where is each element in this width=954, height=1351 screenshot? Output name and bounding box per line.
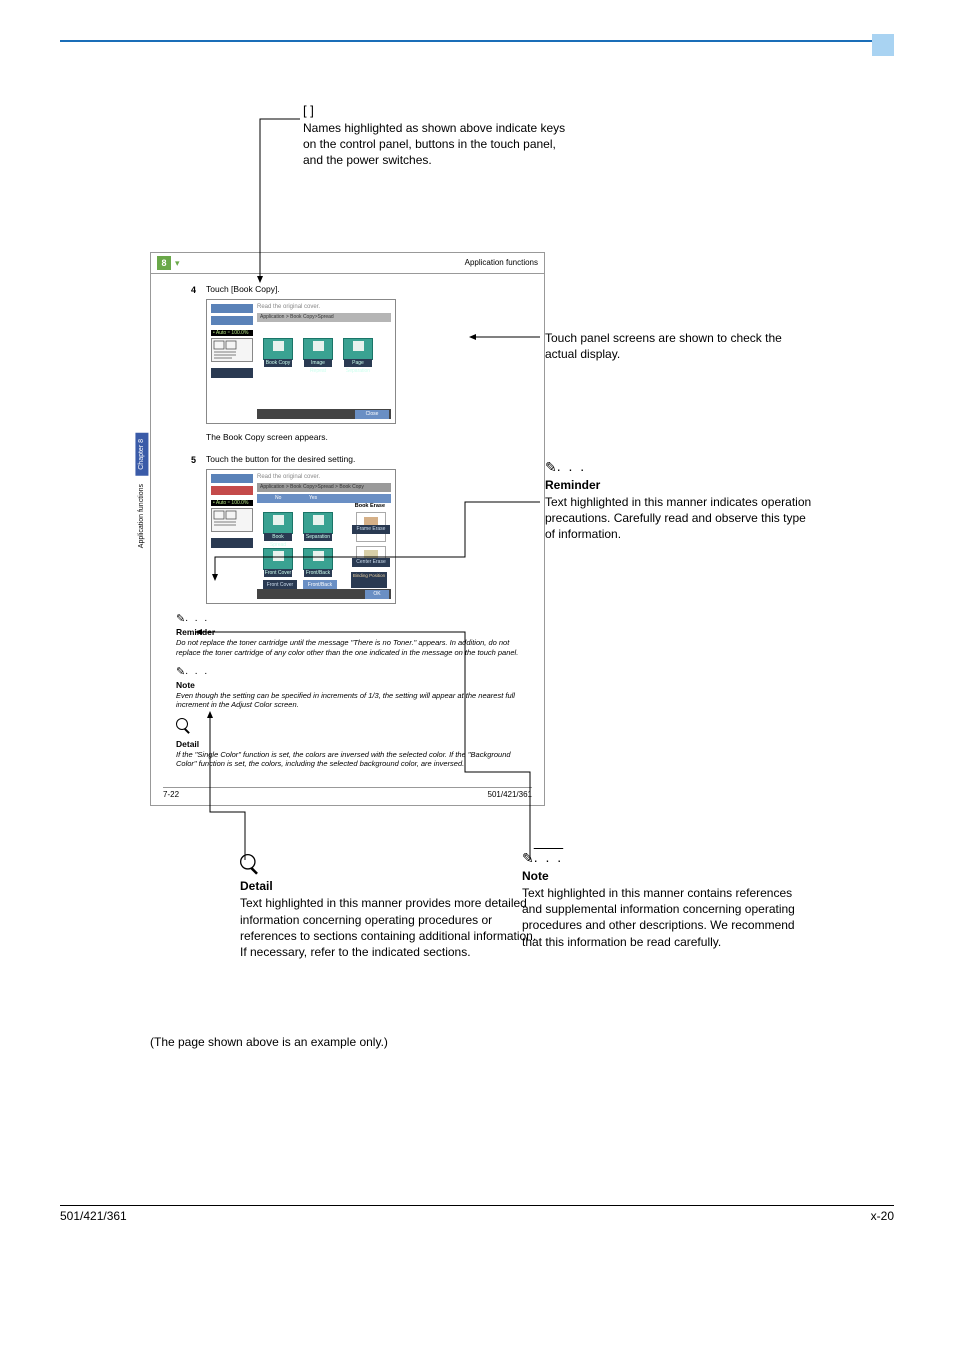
callout-body: Text highlighted in this manner contains… (522, 885, 802, 950)
callout-reminder: ✎. . . Reminder Text highlighted in this… (545, 458, 815, 543)
step-number: 5 (191, 454, 196, 466)
magnifier-icon (176, 718, 192, 734)
callout-body: Names highlighted as shown above indicat… (303, 120, 573, 169)
note-body: Do not replace the toner cartridge until… (176, 638, 526, 657)
step-number: 4 (191, 284, 196, 296)
side-tab-section: Application functions (135, 476, 148, 556)
step-result: The Book Copy screen appears. (206, 432, 526, 443)
hand-icon: ✎ (176, 614, 185, 625)
step-text: Touch the button for the desired setting… (206, 454, 526, 465)
hand-icon: ✎ (522, 849, 534, 868)
side-tab-chapter: Chapter 8 (135, 433, 148, 476)
note-body: Even though the setting can be specified… (176, 691, 526, 710)
sample-page-model: 501/421/361 (488, 790, 533, 801)
callout-title: Detail (240, 878, 545, 894)
hand-icon: ✎ (176, 667, 185, 678)
bracket-symbol: [ ] (303, 102, 573, 120)
page-number: x-20 (871, 1208, 894, 1224)
sample-page: Chapter 8 Application functions 8 ▾ Appl… (150, 252, 545, 806)
callout-body: Text highlighted in this manner indicate… (545, 494, 815, 543)
note-title: Detail (176, 739, 526, 750)
example-disclaimer: (The page shown above is an example only… (150, 1034, 388, 1050)
note-title: Note (176, 680, 526, 691)
sample-page-num: 7-22 (163, 790, 179, 801)
note-title: Reminder (176, 627, 526, 638)
callout-body: Text highlighted in this manner provides… (240, 895, 545, 960)
step-text: Touch [Book Copy]. (206, 284, 526, 295)
callout-note: ✎. . . Note Text highlighted in this man… (522, 849, 802, 950)
section-marker (872, 34, 894, 56)
touch-panel-screenshot-1: Read the original cover. Application > B… (206, 299, 396, 424)
note-body: If the "Single Color" function is set, t… (176, 750, 526, 769)
page-model: 501/421/361 (60, 1208, 127, 1224)
chapter-arrow-icon: ▾ (175, 257, 180, 269)
hand-icon: ✎ (545, 458, 557, 477)
header-title: Application functions (465, 258, 538, 269)
callout-title: Note (522, 868, 802, 884)
callout-detail: Detail Text highlighted in this manner p… (240, 854, 545, 960)
callout-brackets: [ ] Names highlighted as shown above ind… (303, 102, 573, 168)
chapter-number: 8 (157, 256, 171, 270)
callout-title: Reminder (545, 477, 815, 493)
magnifier-icon (240, 854, 261, 875)
callout-screens: Touch panel screens are shown to check t… (545, 330, 815, 362)
touch-panel-screenshot-2: Read the original cover. Application > B… (206, 469, 396, 604)
